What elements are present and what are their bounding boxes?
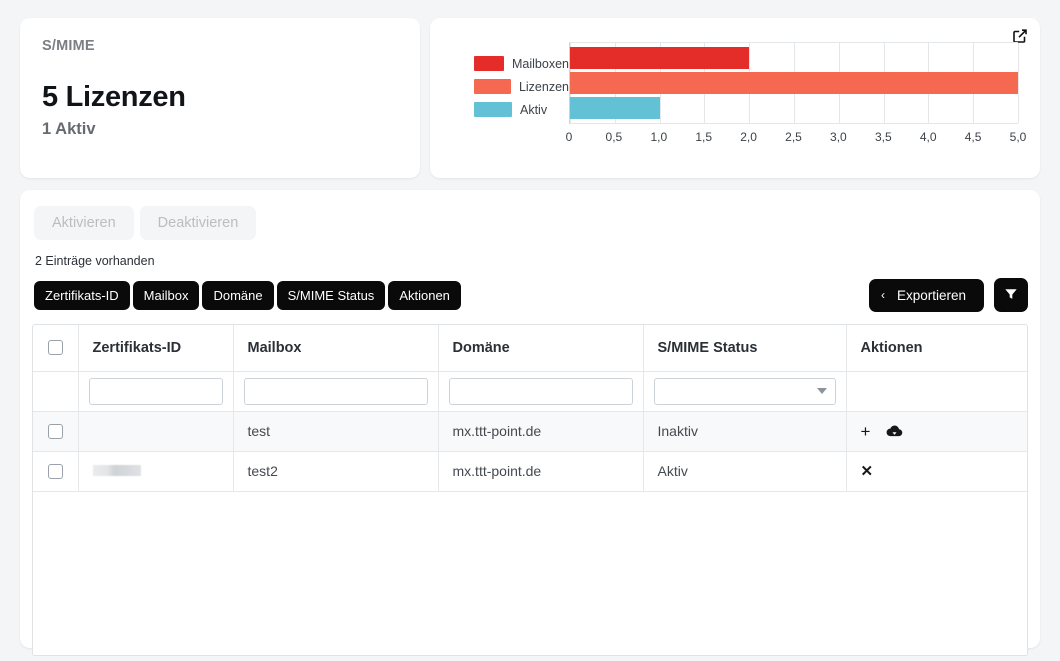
chevron-left-icon: ‹ — [880, 288, 885, 302]
chip-mailbox[interactable]: Mailbox — [132, 280, 200, 310]
filter-icon — [1004, 287, 1018, 304]
license-count-headline: 5 Lizenzen — [42, 81, 186, 113]
certificates-table: Zertifikats-ID Mailbox Domäne S/MIME Sta… — [33, 325, 1027, 655]
card-title: S/MIME — [42, 38, 95, 54]
deactivate-button[interactable]: Deaktivieren — [139, 206, 257, 240]
x-axis-tick-label: 3,0 — [830, 130, 847, 144]
table-header-row: Zertifikats-ID Mailbox Domäne S/MIME Sta… — [33, 325, 1027, 372]
chip-zertifikats-id[interactable]: Zertifikats-ID — [34, 280, 130, 310]
cell-domain: mx.ttt-point.de — [438, 411, 644, 452]
row-select-cell — [33, 411, 79, 452]
header-cert-id[interactable]: Zertifikats-ID — [78, 325, 234, 372]
chart-x-axis: 0 0,5 1,0 1,5 2,0 2,5 3,0 3,5 4,0 4,5 5,0 — [565, 126, 1027, 148]
legend-swatch-mailboxen — [474, 56, 505, 71]
chart-bar-row — [570, 72, 1018, 94]
x-axis-tick-label: 0 — [565, 130, 573, 144]
license-chart-card: Mailboxen Lizenzen Aktiv 0 0,5 1,0 1,5 2… — [430, 18, 1040, 178]
x-axis-tick-label: 1,5 — [695, 130, 713, 144]
legend-item: Mailboxen — [474, 56, 569, 71]
activate-button[interactable]: Aktivieren — [34, 206, 134, 240]
row-select-cell — [33, 451, 79, 492]
chart-plot-inner — [569, 42, 1019, 124]
license-summary-card: S/MIME 5 Lizenzen 1 Aktiv — [20, 18, 420, 178]
chart-bar-row — [570, 97, 1018, 119]
table-empty-space — [33, 491, 1027, 655]
filter-button[interactable] — [994, 278, 1028, 312]
chart-bar-mailboxen[interactable] — [570, 47, 750, 69]
legend-item: Lizenzen — [474, 79, 569, 94]
chart-legend: Mailboxen Lizenzen Aktiv — [444, 42, 569, 117]
main-panel: Aktivieren Deaktivieren 2 Einträge vorha… — [20, 190, 1040, 656]
page-root: S/MIME 5 Lizenzen 1 Aktiv Mailboxen Lize… — [0, 0, 1060, 661]
legend-label: Aktiv — [520, 102, 548, 117]
cell-actions: + — [846, 411, 1027, 452]
x-axis-tick-label: 1,0 — [650, 130, 668, 144]
cell-cert-id — [78, 411, 234, 452]
cell-smime-status: Aktiv — [643, 451, 847, 492]
filter-cell-empty — [33, 371, 79, 412]
chart-bars — [570, 43, 1018, 123]
cell-actions: ✕ — [846, 451, 1027, 492]
chart-bar-aktiv[interactable] — [570, 97, 660, 119]
table-row[interactable]: test2 mx.ttt-point.de Aktiv ✕ — [33, 451, 1027, 492]
table-filter-row — [33, 371, 1027, 412]
legend-label: Lizenzen — [518, 79, 569, 94]
filter-input-mailbox[interactable] — [243, 377, 428, 405]
select-all-checkbox[interactable] — [47, 340, 63, 356]
chip-smime-status[interactable]: S/MIME Status — [276, 280, 386, 310]
export-button-label: Exportieren — [896, 287, 966, 303]
header-mailbox[interactable]: Mailbox — [233, 325, 439, 372]
row-checkbox[interactable] — [47, 464, 63, 480]
filter-input-cert-id[interactable] — [88, 377, 223, 405]
bulk-action-buttons: Aktivieren Deaktivieren — [32, 206, 1028, 240]
table-row[interactable]: test mx.ttt-point.de Inaktiv + — [33, 411, 1027, 452]
header-actions[interactable]: Aktionen — [846, 325, 1027, 372]
x-axis-tick-label: 4,5 — [964, 130, 982, 144]
filter-cell-actions — [846, 371, 1027, 412]
x-axis-tick-label: 4,0 — [919, 130, 937, 144]
header-smime-status[interactable]: S/MIME Status — [643, 325, 847, 372]
filter-input-domain[interactable] — [448, 377, 633, 405]
x-axis-tick-label: 3,5 — [874, 130, 892, 144]
cell-mailbox: test — [233, 411, 439, 452]
entry-count-text: 2 Einträge vorhanden — [35, 254, 155, 268]
cell-domain: mx.ttt-point.de — [438, 451, 644, 492]
summary-cards-row: S/MIME 5 Lizenzen 1 Aktiv Mailboxen Lize… — [0, 0, 1060, 178]
chip-aktionen[interactable]: Aktionen — [388, 280, 461, 310]
bar-chart: Mailboxen Lizenzen Aktiv 0 0,5 1,0 1,5 2… — [444, 28, 1026, 170]
chart-gridline — [1018, 43, 1019, 123]
active-count-subline: 1 Aktiv — [42, 120, 96, 138]
x-axis-tick-label: 0,5 — [605, 130, 623, 144]
chevron-down-icon — [816, 388, 827, 394]
row-checkbox[interactable] — [47, 424, 63, 440]
legend-swatch-lizenzen — [474, 79, 511, 94]
chart-plot-area: 0 0,5 1,0 1,5 2,0 2,5 3,0 3,5 4,0 4,5 5,0 — [565, 42, 1027, 148]
export-button[interactable]: ‹ Exportieren — [868, 278, 984, 312]
chart-bar-lizenzen[interactable] — [570, 72, 1018, 94]
filter-cell-cert-id — [78, 371, 234, 412]
close-icon[interactable]: ✕ — [861, 464, 874, 479]
select-all-header — [33, 325, 79, 372]
legend-swatch-aktiv — [474, 102, 512, 117]
plus-icon[interactable]: + — [861, 423, 871, 440]
cell-cert-id — [78, 451, 234, 492]
x-axis-tick-label: 2,5 — [785, 130, 802, 144]
cell-smime-status: Inaktiv — [643, 411, 847, 452]
redacted-value — [92, 465, 141, 476]
filter-cell-domain — [438, 371, 644, 412]
chart-bar-row — [570, 47, 1018, 69]
cloud-upload-icon[interactable] — [886, 424, 903, 438]
header-domain[interactable]: Domäne — [438, 325, 644, 372]
x-axis-tick-label: 2,0 — [740, 130, 757, 144]
certificates-table-wrapper: Zertifikats-ID Mailbox Domäne S/MIME Sta… — [32, 324, 1028, 656]
legend-item: Aktiv — [474, 102, 569, 117]
x-axis-tick-label: 5,0 — [1009, 130, 1027, 144]
column-chips-row: Zertifikats-ID Mailbox Domäne S/MIME Sta… — [32, 278, 1028, 312]
legend-label: Mailboxen — [512, 56, 569, 71]
cell-mailbox: test2 — [233, 451, 439, 492]
filter-cell-smime-status — [643, 371, 847, 412]
chip-domaene[interactable]: Domäne — [202, 280, 274, 310]
filter-select-smime-status[interactable] — [653, 377, 836, 405]
filter-cell-mailbox — [233, 371, 439, 412]
